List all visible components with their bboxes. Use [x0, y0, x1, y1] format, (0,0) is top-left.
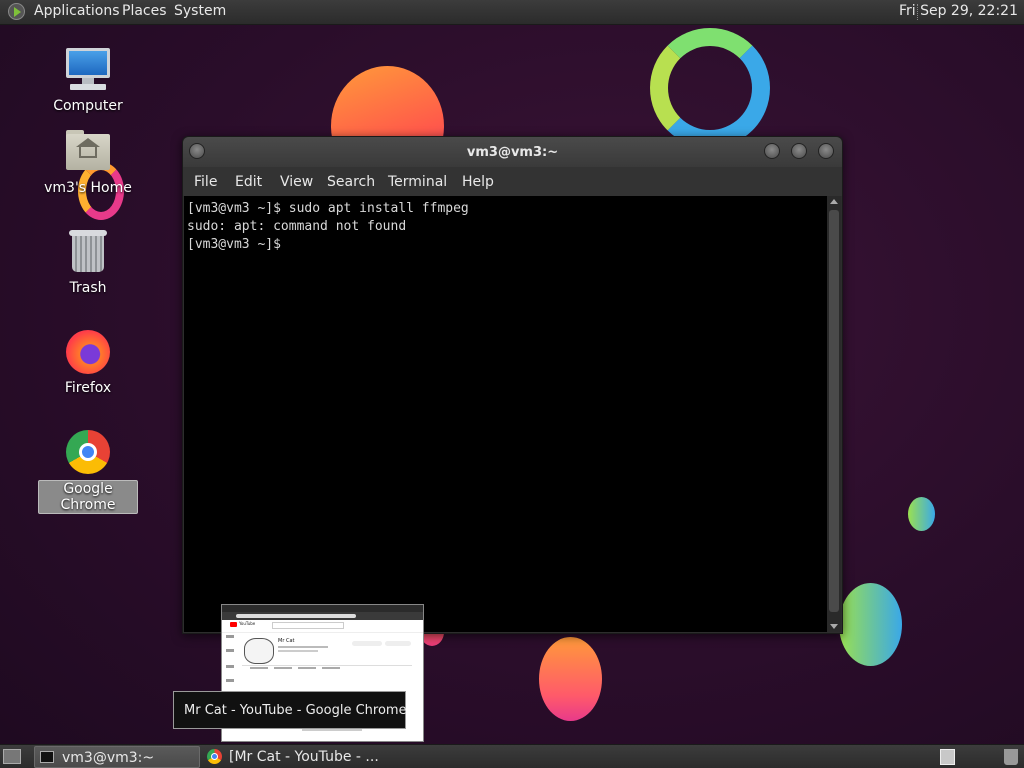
applications-menu[interactable]: Applications: [34, 3, 120, 19]
scroll-up-icon[interactable]: [830, 199, 838, 204]
thumbnail-sidebar-item: [226, 679, 234, 682]
desktop-icon-label: Firefox: [64, 380, 112, 396]
tooltip-text: Mr Cat - YouTube - Google Chrome: [184, 703, 407, 718]
terminal-prompt: [vm3@vm3 ~]$: [187, 237, 289, 252]
taskbar-item-terminal[interactable]: vm3@vm3:~: [34, 746, 200, 768]
thumbnail-text-line: [302, 729, 362, 731]
home-folder-icon: [64, 128, 112, 176]
scrollbar[interactable]: [827, 196, 841, 632]
terminal-output[interactable]: [vm3@vm3 ~]$ sudo apt install ffmpeg sud…: [184, 196, 827, 632]
menu-search[interactable]: Search: [327, 174, 375, 190]
menu-file[interactable]: File: [194, 174, 217, 190]
bottom-panel: vm3@vm3:~ [Mr Cat - YouTube - ...: [0, 744, 1024, 768]
thumbnail-sidebar-item: [226, 649, 234, 652]
window-title: vm3@vm3:~: [466, 145, 559, 160]
thumbnail-button: [352, 641, 382, 646]
desktop-icon-label: Trash: [69, 280, 107, 296]
thumbnail-button: [385, 641, 411, 646]
thumbnail-tab: [298, 667, 316, 669]
workspace-switcher[interactable]: [940, 749, 955, 765]
terminal-line: sudo: apt: command not found: [187, 219, 407, 234]
terminal-icon: [40, 751, 54, 763]
menu-terminal[interactable]: Terminal: [388, 174, 447, 190]
scroll-down-icon[interactable]: [830, 624, 838, 629]
desktop-icon-label: Computer: [53, 98, 123, 114]
chrome-icon: [207, 749, 222, 764]
clock[interactable]: Fri Sep 29, 22:21: [899, 3, 1018, 19]
terminal-line: [vm3@vm3 ~]$ sudo apt install ffmpeg: [187, 201, 469, 216]
thumbnail-sidebar-item: [226, 665, 234, 668]
thumbnail-divider: [242, 665, 412, 666]
thumbnail-channel-name: Mr Cat: [278, 638, 295, 644]
desktop-icon-computer[interactable]: Computer: [38, 46, 138, 114]
trash-applet-icon[interactable]: [1004, 749, 1018, 765]
thumbnail-sidebar-item: [226, 635, 234, 638]
desktop-icon-firefox[interactable]: Firefox: [38, 328, 138, 396]
main-menu-icon[interactable]: [8, 3, 25, 20]
trash-icon: [64, 228, 112, 276]
desktop-icon-home[interactable]: vm3's Home: [38, 128, 138, 196]
taskbar-item-chrome[interactable]: [Mr Cat - YouTube - ...: [202, 746, 402, 768]
taskbar-item-label: [Mr Cat - YouTube - ...: [229, 749, 379, 765]
wallpaper-ring: [650, 28, 770, 148]
youtube-logo-icon: [230, 622, 237, 627]
menu-edit[interactable]: Edit: [235, 174, 262, 190]
wallpaper-blob: [908, 497, 935, 531]
terminal-window[interactable]: vm3@vm3:~ File Edit View Search Terminal…: [182, 136, 843, 634]
desktop-icon-label: Google Chrome: [38, 480, 138, 514]
thumbnail-text-line: [278, 646, 328, 648]
desktop[interactable]: Applications Places System Fri Sep 29, 2…: [0, 0, 1024, 768]
thumbnail-text-line: [278, 650, 318, 652]
firefox-icon: [64, 328, 112, 376]
thumbnail-url-field: [236, 614, 356, 618]
computer-icon: [64, 46, 112, 94]
thumbnail-search-box: [272, 622, 344, 629]
thumbnail-site-name: YouTube: [239, 621, 256, 626]
chrome-icon: [64, 428, 112, 476]
terminal-menubar: File Edit View Search Terminal Help: [183, 167, 842, 196]
top-panel: Applications Places System Fri Sep 29, 2…: [0, 0, 1024, 25]
taskbar-tooltip: Mr Cat - YouTube - Google Chrome: [173, 691, 407, 729]
close-button[interactable]: [818, 143, 834, 159]
maximize-button[interactable]: [791, 143, 807, 159]
channel-avatar: [244, 638, 274, 664]
terminal-text: [vm3@vm3 ~]$ sudo apt install ffmpeg sud…: [187, 200, 469, 254]
desktop-icon-label: vm3's Home: [44, 180, 132, 196]
places-menu[interactable]: Places: [122, 3, 167, 19]
wallpaper-blob: [539, 637, 602, 721]
wallpaper-blob: [839, 583, 902, 666]
system-menu[interactable]: System: [174, 3, 226, 19]
minimize-button[interactable]: [764, 143, 780, 159]
desktop-icon-chrome[interactable]: Google Chrome: [38, 428, 138, 514]
desktop-icon-trash[interactable]: Trash: [38, 228, 138, 296]
show-desktop-icon[interactable]: [3, 749, 21, 764]
taskbar-item-label: vm3@vm3:~: [62, 750, 155, 766]
menu-help[interactable]: Help: [462, 174, 494, 190]
thumbnail-tab: [322, 667, 340, 669]
menu-view[interactable]: View: [280, 174, 313, 190]
window-titlebar[interactable]: vm3@vm3:~: [183, 137, 842, 167]
thumbnail-tab: [274, 667, 292, 669]
scrollbar-thumb[interactable]: [829, 210, 839, 612]
thumbnail-tab: [250, 667, 268, 669]
thumbnail-tabbar: [222, 605, 423, 612]
